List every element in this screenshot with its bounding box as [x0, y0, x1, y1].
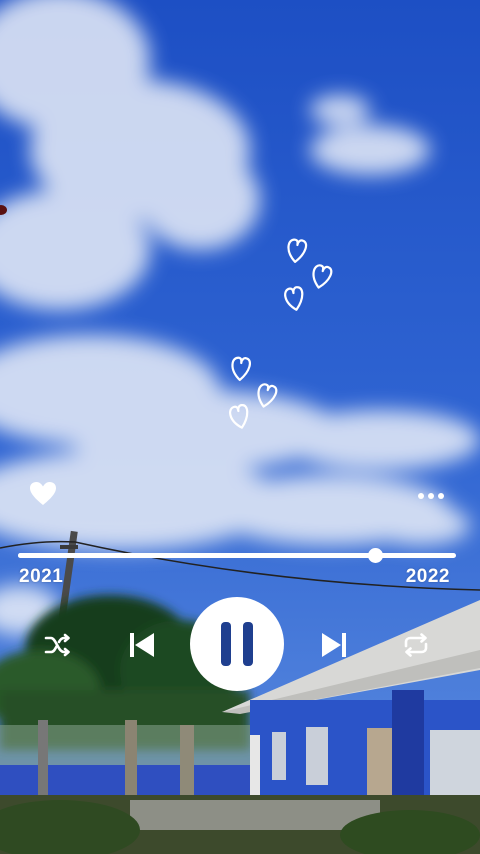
shuffle-button[interactable] — [44, 632, 72, 658]
elapsed-time: 2021 — [19, 566, 64, 587]
repeat-icon — [404, 633, 428, 657]
heart-icon — [30, 482, 56, 505]
progress-knob[interactable] — [367, 548, 383, 563]
progress-bar[interactable] — [18, 548, 456, 563]
skip-next-icon — [322, 633, 346, 657]
play-pause-button[interactable] — [190, 597, 284, 691]
music-player-overlay: 2021 2022 — [0, 0, 480, 854]
next-button[interactable] — [320, 630, 348, 660]
previous-button[interactable] — [128, 630, 156, 660]
total-time: 2022 — [405, 566, 450, 587]
more-options-button[interactable] — [414, 486, 448, 506]
pause-icon — [221, 622, 253, 666]
like-button[interactable] — [29, 481, 57, 507]
skip-previous-icon — [130, 633, 154, 657]
shuffle-icon — [44, 633, 70, 657]
more-dots-icon — [418, 493, 444, 499]
repeat-button[interactable] — [401, 632, 431, 658]
progress-fill — [18, 553, 375, 558]
